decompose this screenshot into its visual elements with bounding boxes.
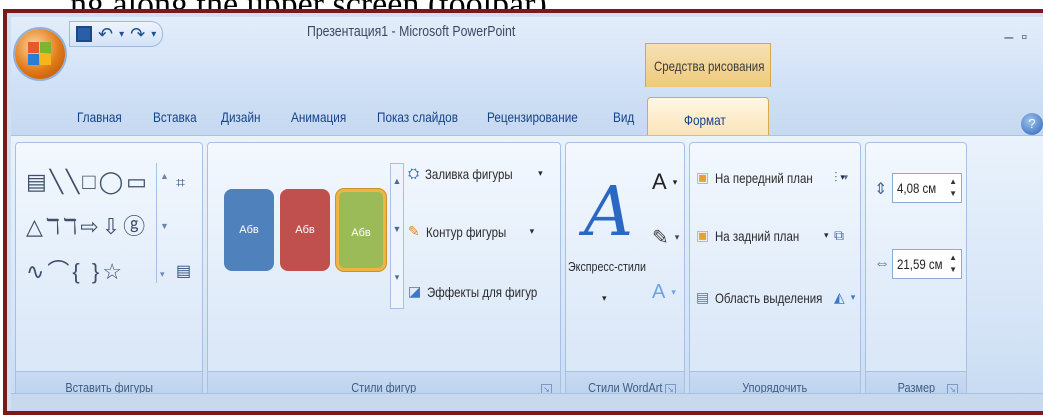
width-icon: ⇔	[874, 255, 890, 272]
text-fill-icon[interactable]: A ▾	[652, 169, 677, 195]
wordart-quick-styles-icon[interactable]: A	[584, 173, 633, 252]
window-title: Презентация1 - Microsoft PowerPoint	[307, 23, 516, 40]
tab-animation[interactable]: Анимация	[291, 109, 346, 125]
shapes-row-2: △ℸℸ⇨⇩ⓖ	[26, 214, 149, 239]
redo-icon[interactable]: ↷	[130, 24, 145, 45]
send-back-icon: ▣	[696, 227, 710, 243]
office-logo-icon	[28, 42, 52, 66]
undo-dropdown-icon[interactable]: ▾	[119, 29, 124, 40]
quick-styles-button[interactable]: Экспресс-стили	[568, 259, 663, 274]
style-gallery-scroll[interactable]: ▲ ▼ ▾	[390, 163, 404, 309]
title-bar: ↶ ▾ ↷ ▾ Презентация1 - Microsoft PowerPo…	[11, 17, 1043, 99]
office-button[interactable]	[15, 29, 65, 79]
shapes-gallery-scroll[interactable]: ▲ ▼ ▾	[156, 163, 170, 283]
group-wordart-styles: A Экспресс-стили ▾ A ▾ ✎ ▾ A ▾ Стили WordAr…	[565, 142, 685, 404]
save-icon[interactable]	[76, 26, 92, 42]
shape-outline-button[interactable]: ✎ Контур фигуры ▾	[408, 223, 534, 240]
text-outline-icon[interactable]: ✎ ▾	[652, 225, 679, 250]
pen-icon: ✎	[408, 223, 420, 239]
group-size: ⇕ 4,08 см ▲ ▼ ⇔ 21,59 см ▲ ▼ Размер ↘	[865, 142, 967, 404]
tab-design[interactable]: Дизайн	[221, 109, 261, 125]
ribbon-bottom-edge	[11, 393, 1043, 411]
tab-slideshow[interactable]: Показ слайдов	[377, 109, 458, 125]
contextual-tab-header: Средства рисования	[645, 43, 771, 87]
bring-to-front-button[interactable]: ▣ На передний план ▾	[696, 169, 845, 186]
group-objects-icon[interactable]: ⧉	[834, 227, 844, 244]
shape-width-input[interactable]: 21,59 см ▲ ▼	[892, 249, 962, 279]
ribbon: ▤╲╲□◯▭ △ℸℸ⇨⇩ⓖ ∿⌒{ }☆ ▲ ▼ ▾ ⌗ ▤ Вставить …	[11, 135, 1043, 409]
customize-qat-icon[interactable]: ▾	[151, 29, 156, 40]
bring-front-icon: ▣	[696, 169, 710, 185]
width-spinner[interactable]: ▲ ▼	[949, 252, 957, 276]
align-icon[interactable]: ⫶ ▾	[834, 169, 848, 186]
send-to-back-button[interactable]: ▣ На задний план ▾	[696, 227, 828, 244]
shape-height-input[interactable]: 4,08 см ▲ ▼	[892, 173, 962, 203]
minimize-icon[interactable]: –	[1004, 29, 1021, 46]
tab-review[interactable]: Рецензирование	[487, 109, 578, 125]
powerpoint-window: ↶ ▾ ↷ ▾ Презентация1 - Microsoft PowerPo…	[3, 9, 1043, 415]
ribbon-tabs: Главная Вставка Дизайн Анимация Показ сл…	[11, 99, 1043, 135]
style-swatch-red[interactable]: Абв	[280, 189, 330, 271]
height-icon: ⇕	[874, 181, 888, 198]
shapes-gallery[interactable]: ▤╲╲□◯▭ △ℸℸ⇨⇩ⓖ ∿⌒{ }☆	[26, 159, 154, 294]
quick-styles-dropdown-icon[interactable]: ▾	[602, 293, 607, 304]
style-swatch-blue[interactable]: Абв	[224, 189, 274, 271]
group-arrange: ▣ На передний план ▾ ▣ На задний план ▾ ▤ …	[689, 142, 861, 404]
effects-icon: ◪	[408, 283, 422, 299]
rotate-icon[interactable]: ◭ ▾	[834, 289, 855, 306]
tab-format[interactable]: Формат	[647, 97, 769, 137]
undo-icon[interactable]: ↶	[98, 24, 113, 45]
text-effects-icon[interactable]: A ▾	[652, 281, 676, 304]
style-swatch-green-selected[interactable]: Абв	[336, 189, 386, 271]
help-icon[interactable]: ?	[1021, 113, 1043, 135]
tab-view[interactable]: Вид	[613, 109, 634, 125]
selection-pane-icon: ▤	[696, 289, 710, 305]
text-box-icon[interactable]: ▤	[176, 261, 191, 281]
window-client: ↶ ▾ ↷ ▾ Презентация1 - Microsoft PowerPo…	[11, 17, 1043, 411]
shape-style-gallery: Абв Абв Абв	[218, 163, 390, 305]
shape-fill-button[interactable]: ⛭ Заливка фигуры ▾	[408, 165, 543, 182]
tab-insert[interactable]: Вставка	[153, 109, 197, 125]
paint-bucket-icon: ⛭	[408, 165, 420, 181]
shapes-row-3: ∿⌒{ }☆	[26, 259, 125, 284]
shapes-row-1: ▤╲╲□◯▭	[26, 169, 150, 194]
selection-pane-button[interactable]: ▤ Область выделения	[696, 289, 846, 306]
quick-access-toolbar: ↶ ▾ ↷ ▾	[69, 21, 164, 47]
height-spinner[interactable]: ▲ ▼	[949, 176, 957, 200]
window-controls: –▫	[1004, 29, 1035, 47]
shape-effects-button[interactable]: ◪ Эффекты для фигур▾	[408, 283, 572, 300]
group-insert-shapes: ▤╲╲□◯▭ △ℸℸ⇨⇩ⓖ ∿⌒{ }☆ ▲ ▼ ▾ ⌗ ▤ Вставить …	[15, 142, 203, 404]
edit-shape-icon[interactable]: ⌗	[176, 175, 185, 193]
tab-home[interactable]: Главная	[77, 109, 122, 125]
group-shape-styles: Абв Абв Абв ▲ ▼ ▾ ⛭ Заливка фигуры ▾ ✎ Ко…	[207, 142, 572, 404]
restore-icon[interactable]: ▫	[1021, 29, 1035, 46]
